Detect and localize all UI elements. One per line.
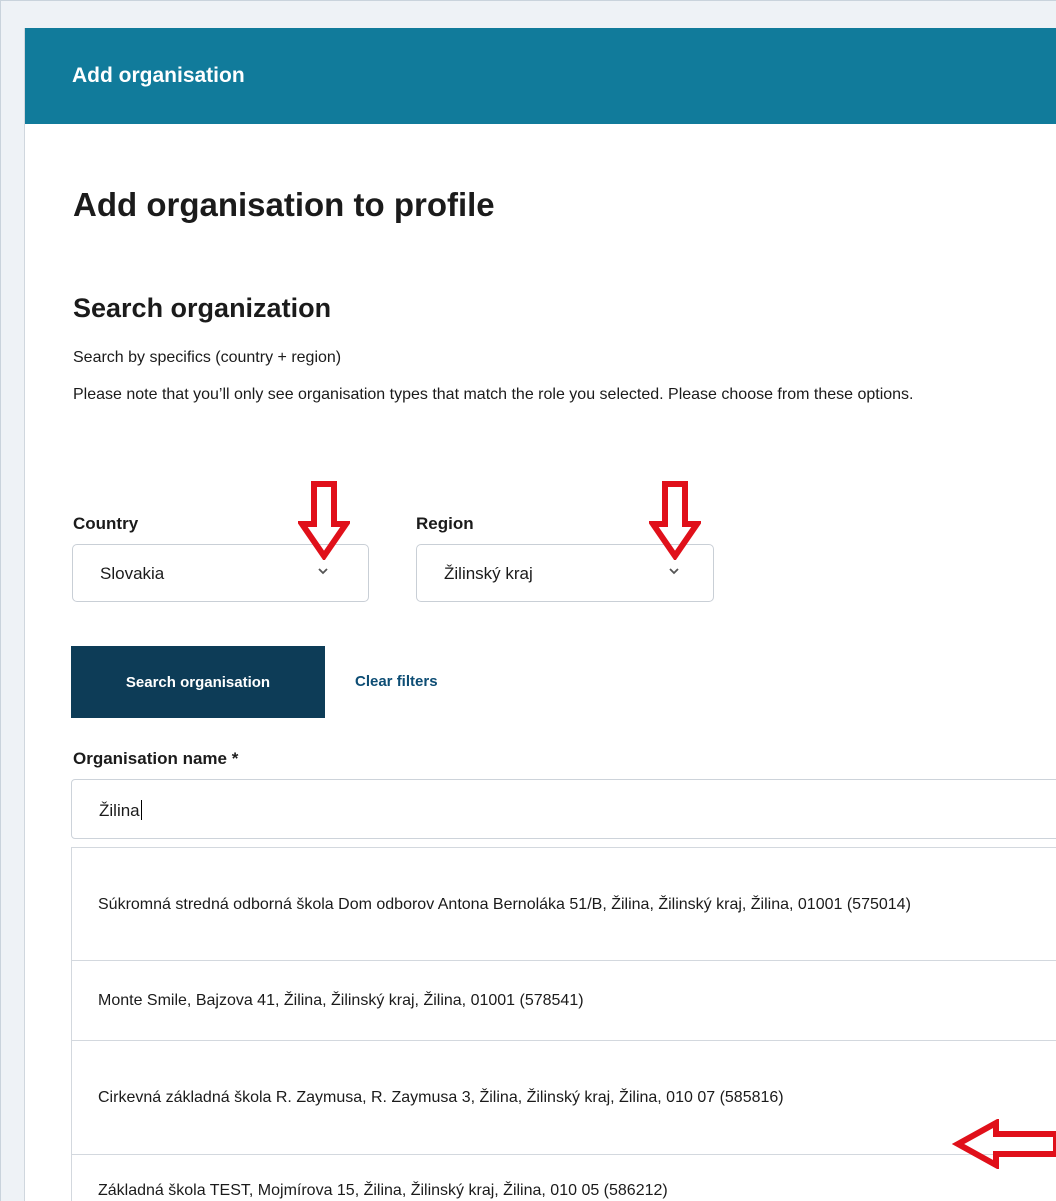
organisation-name-input[interactable]: Žilina xyxy=(71,779,1056,839)
clear-filters-link[interactable]: Clear filters xyxy=(355,673,438,690)
country-select-value: Slovakia xyxy=(100,564,165,583)
list-item[interactable]: Súkromná stredná odborná škola Dom odbor… xyxy=(72,848,1056,961)
organisation-name-value: Žilina xyxy=(99,800,142,821)
role-note-text: Please note that you’ll only see organis… xyxy=(73,386,914,403)
arrow-down-icon xyxy=(649,481,701,560)
dialog-header-title: Add organisation xyxy=(72,64,245,87)
chevron-down-icon xyxy=(318,568,328,575)
list-item[interactable]: Základná škola TEST, Mojmírova 15, Žilin… xyxy=(72,1155,1056,1201)
organisation-results-list: Súkromná stredná odborná škola Dom odbor… xyxy=(71,847,1056,1201)
search-section-title: Search organization xyxy=(73,293,332,323)
list-item[interactable]: Monte Smile, Bajzova 41, Žilina, Žilinsk… xyxy=(72,961,1056,1041)
search-help-text: Search by specifics (country + region) xyxy=(73,349,342,366)
search-organisation-button[interactable]: Search organisation xyxy=(71,646,325,718)
dialog-header: Add organisation xyxy=(25,28,1056,124)
page-title: Add organisation to profile xyxy=(73,186,495,223)
arrow-down-icon xyxy=(298,481,350,560)
organisation-name-label: Organisation name * xyxy=(73,749,239,768)
arrow-left-icon xyxy=(952,1119,1056,1169)
list-item[interactable]: Cirkevná základná škola R. Zaymusa, R. Z… xyxy=(72,1041,1056,1155)
chevron-down-icon xyxy=(669,568,679,575)
organisation-name-text: Žilina xyxy=(99,801,140,820)
region-label: Region xyxy=(416,514,474,533)
region-select-value: Žilinský kraj xyxy=(444,564,533,583)
country-label: Country xyxy=(73,514,139,533)
add-organisation-dialog: Add organisation Add organisation to pro… xyxy=(24,28,1056,1201)
text-caret xyxy=(140,800,142,820)
